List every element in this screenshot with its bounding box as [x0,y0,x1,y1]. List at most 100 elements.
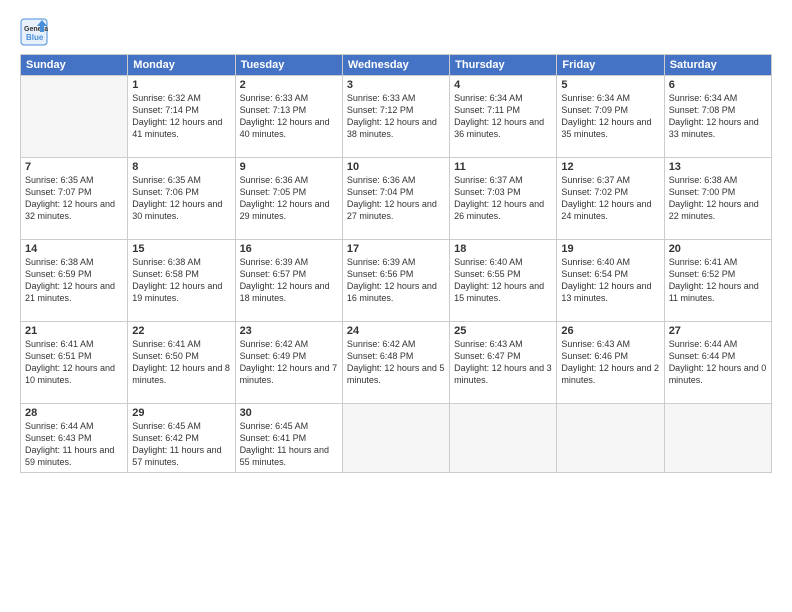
day-info: Sunrise: 6:33 AM Sunset: 7:13 PM Dayligh… [240,92,338,141]
sunset-label: Sunset: 7:03 PM [454,187,521,197]
daylight-label: Daylight: 12 hours and 26 minutes. [454,199,544,221]
day-info: Sunrise: 6:41 AM Sunset: 6:51 PM Dayligh… [25,338,123,387]
daylight-label: Daylight: 12 hours and 19 minutes. [132,281,222,303]
day-info: Sunrise: 6:33 AM Sunset: 7:12 PM Dayligh… [347,92,445,141]
sunset-label: Sunset: 6:49 PM [240,351,307,361]
day-number: 20 [669,243,767,255]
calendar-day-cell: 1 Sunrise: 6:32 AM Sunset: 7:14 PM Dayli… [128,76,235,158]
sunset-label: Sunset: 6:48 PM [347,351,414,361]
calendar-day-header: Wednesday [342,55,449,76]
day-number: 15 [132,243,230,255]
day-number: 16 [240,243,338,255]
sunset-label: Sunset: 6:50 PM [132,351,199,361]
sunrise-label: Sunrise: 6:40 AM [454,257,523,267]
day-info: Sunrise: 6:34 AM Sunset: 7:08 PM Dayligh… [669,92,767,141]
calendar-day-cell: 11 Sunrise: 6:37 AM Sunset: 7:03 PM Dayl… [450,158,557,240]
day-number: 26 [561,325,659,337]
daylight-label: Daylight: 12 hours and 41 minutes. [132,117,222,139]
day-info: Sunrise: 6:36 AM Sunset: 7:05 PM Dayligh… [240,174,338,223]
sunset-label: Sunset: 7:02 PM [561,187,628,197]
sunset-label: Sunset: 6:55 PM [454,269,521,279]
calendar-day-cell [342,404,449,473]
day-number: 7 [25,161,123,173]
day-info: Sunrise: 6:44 AM Sunset: 6:44 PM Dayligh… [669,338,767,387]
calendar-day-cell: 13 Sunrise: 6:38 AM Sunset: 7:00 PM Dayl… [664,158,771,240]
daylight-label: Daylight: 12 hours and 21 minutes. [25,281,115,303]
sunset-label: Sunset: 7:08 PM [669,105,736,115]
calendar-week-row: 1 Sunrise: 6:32 AM Sunset: 7:14 PM Dayli… [21,76,772,158]
calendar-day-cell [664,404,771,473]
day-info: Sunrise: 6:37 AM Sunset: 7:02 PM Dayligh… [561,174,659,223]
calendar-day-cell: 14 Sunrise: 6:38 AM Sunset: 6:59 PM Dayl… [21,240,128,322]
day-info: Sunrise: 6:39 AM Sunset: 6:56 PM Dayligh… [347,256,445,305]
calendar-day-cell: 18 Sunrise: 6:40 AM Sunset: 6:55 PM Dayl… [450,240,557,322]
sunrise-label: Sunrise: 6:44 AM [669,339,738,349]
day-info: Sunrise: 6:32 AM Sunset: 7:14 PM Dayligh… [132,92,230,141]
calendar-day-cell: 30 Sunrise: 6:45 AM Sunset: 6:41 PM Dayl… [235,404,342,473]
calendar-day-cell: 21 Sunrise: 6:41 AM Sunset: 6:51 PM Dayl… [21,322,128,404]
day-number: 22 [132,325,230,337]
calendar-week-row: 21 Sunrise: 6:41 AM Sunset: 6:51 PM Dayl… [21,322,772,404]
daylight-label: Daylight: 12 hours and 24 minutes. [561,199,651,221]
day-info: Sunrise: 6:41 AM Sunset: 6:50 PM Dayligh… [132,338,230,387]
day-info: Sunrise: 6:34 AM Sunset: 7:09 PM Dayligh… [561,92,659,141]
day-number: 18 [454,243,552,255]
sunrise-label: Sunrise: 6:43 AM [561,339,630,349]
sunrise-label: Sunrise: 6:34 AM [561,93,630,103]
day-number: 1 [132,79,230,91]
sunset-label: Sunset: 7:13 PM [240,105,307,115]
sunrise-label: Sunrise: 6:36 AM [240,175,309,185]
sunset-label: Sunset: 6:57 PM [240,269,307,279]
calendar-header-row: SundayMondayTuesdayWednesdayThursdayFrid… [21,55,772,76]
calendar-week-row: 14 Sunrise: 6:38 AM Sunset: 6:59 PM Dayl… [21,240,772,322]
daylight-label: Daylight: 12 hours and 30 minutes. [132,199,222,221]
daylight-label: Daylight: 12 hours and 0 minutes. [669,363,767,385]
daylight-label: Daylight: 11 hours and 55 minutes. [240,445,329,467]
daylight-label: Daylight: 11 hours and 57 minutes. [132,445,221,467]
day-number: 17 [347,243,445,255]
calendar-day-cell: 24 Sunrise: 6:42 AM Sunset: 6:48 PM Dayl… [342,322,449,404]
day-info: Sunrise: 6:38 AM Sunset: 6:58 PM Dayligh… [132,256,230,305]
day-info: Sunrise: 6:37 AM Sunset: 7:03 PM Dayligh… [454,174,552,223]
daylight-label: Daylight: 12 hours and 5 minutes. [347,363,445,385]
sunset-label: Sunset: 6:51 PM [25,351,92,361]
calendar-day-cell: 17 Sunrise: 6:39 AM Sunset: 6:56 PM Dayl… [342,240,449,322]
sunrise-label: Sunrise: 6:38 AM [669,175,738,185]
sunrise-label: Sunrise: 6:39 AM [240,257,309,267]
day-number: 3 [347,79,445,91]
sunrise-label: Sunrise: 6:41 AM [132,339,201,349]
calendar-day-cell: 15 Sunrise: 6:38 AM Sunset: 6:58 PM Dayl… [128,240,235,322]
sunset-label: Sunset: 7:14 PM [132,105,199,115]
calendar-day-cell: 6 Sunrise: 6:34 AM Sunset: 7:08 PM Dayli… [664,76,771,158]
day-number: 9 [240,161,338,173]
daylight-label: Daylight: 12 hours and 33 minutes. [669,117,759,139]
calendar-day-cell: 16 Sunrise: 6:39 AM Sunset: 6:57 PM Dayl… [235,240,342,322]
calendar-day-cell: 3 Sunrise: 6:33 AM Sunset: 7:12 PM Dayli… [342,76,449,158]
calendar-day-cell: 10 Sunrise: 6:36 AM Sunset: 7:04 PM Dayl… [342,158,449,240]
day-number: 8 [132,161,230,173]
day-number: 25 [454,325,552,337]
calendar-day-cell: 26 Sunrise: 6:43 AM Sunset: 6:46 PM Dayl… [557,322,664,404]
daylight-label: Daylight: 12 hours and 16 minutes. [347,281,437,303]
sunrise-label: Sunrise: 6:33 AM [240,93,309,103]
sunrise-label: Sunrise: 6:37 AM [561,175,630,185]
sunrise-label: Sunrise: 6:32 AM [132,93,201,103]
sunrise-label: Sunrise: 6:40 AM [561,257,630,267]
day-info: Sunrise: 6:45 AM Sunset: 6:42 PM Dayligh… [132,420,230,469]
sunset-label: Sunset: 7:05 PM [240,187,307,197]
calendar-day-cell: 5 Sunrise: 6:34 AM Sunset: 7:09 PM Dayli… [557,76,664,158]
day-number: 10 [347,161,445,173]
calendar-day-header: Saturday [664,55,771,76]
sunset-label: Sunset: 7:09 PM [561,105,628,115]
day-number: 4 [454,79,552,91]
day-info: Sunrise: 6:34 AM Sunset: 7:11 PM Dayligh… [454,92,552,141]
sunset-label: Sunset: 6:54 PM [561,269,628,279]
sunrise-label: Sunrise: 6:33 AM [347,93,416,103]
sunset-label: Sunset: 6:58 PM [132,269,199,279]
sunrise-label: Sunrise: 6:43 AM [454,339,523,349]
daylight-label: Daylight: 12 hours and 10 minutes. [25,363,115,385]
sunrise-label: Sunrise: 6:35 AM [25,175,94,185]
daylight-label: Daylight: 12 hours and 40 minutes. [240,117,330,139]
calendar-week-row: 7 Sunrise: 6:35 AM Sunset: 7:07 PM Dayli… [21,158,772,240]
daylight-label: Daylight: 12 hours and 27 minutes. [347,199,437,221]
